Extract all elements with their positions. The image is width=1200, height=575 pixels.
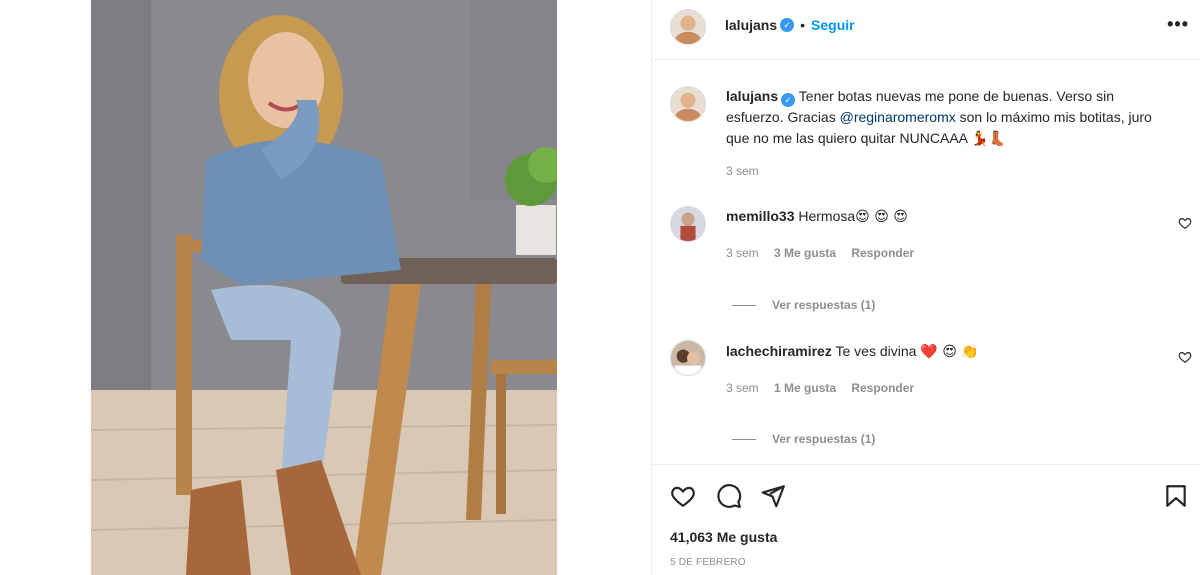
comment-1: memillo33 Hermosa😍 😍 😍	[726, 206, 908, 228]
follow-button[interactable]: Seguir	[811, 17, 855, 33]
reply-button[interactable]: Responder	[851, 246, 914, 260]
caption-avatar-image	[671, 87, 705, 121]
comment-username[interactable]: memillo33	[726, 208, 794, 224]
comment-1-meta: 3 sem 3 Me gusta Responder	[726, 246, 926, 260]
verified-badge-icon: ✓	[780, 18, 795, 32]
post-actions-bar: 41,063 Me gusta 5 DE FEBRERO	[652, 464, 1200, 575]
caption-avatar[interactable]	[670, 86, 706, 122]
separator-dot: •	[800, 17, 806, 33]
post-photo[interactable]	[91, 0, 557, 575]
comment-2: lachechiramirez Te ves divina ❤️ 😍 👏	[726, 341, 979, 363]
comment-username-text[interactable]: lachechiramirez	[726, 343, 832, 359]
caption-meta: 3 sem	[726, 164, 771, 178]
view-replies-button[interactable]: Ver respuestas (1)	[732, 298, 875, 312]
reply-button[interactable]: Responder	[851, 381, 914, 395]
comment-like-heart-icon[interactable]	[1178, 350, 1192, 364]
like-heart-icon[interactable]	[670, 483, 696, 509]
comment-like-heart-icon[interactable]	[1178, 216, 1192, 230]
comment-likes[interactable]: 3 Me gusta	[774, 246, 836, 260]
photo-illustration	[91, 0, 557, 575]
comment-time[interactable]: 3 sem	[726, 246, 759, 260]
likes-count[interactable]: 41,063 Me gusta	[670, 529, 777, 545]
post-header: lalujans ✓ • Seguir •••	[652, 0, 1200, 60]
divider-line	[732, 304, 756, 306]
comment-emojis: 😍 😍 😍	[855, 209, 908, 225]
caption-text: lalujans ✓ Tener botas nuevas me pone de …	[726, 86, 1156, 150]
more-options-icon[interactable]: •••	[1167, 14, 1189, 35]
caption-mention-link[interactable]: @reginaromeromx	[840, 109, 956, 125]
caption-username[interactable]: lalujans	[726, 88, 778, 104]
header-username[interactable]: lalujans	[725, 17, 777, 33]
divider-line	[732, 438, 756, 440]
avatar[interactable]	[670, 9, 706, 45]
header-user-row: lalujans ✓ • Seguir	[725, 17, 855, 33]
comment-avatar-image	[671, 207, 705, 241]
caption-emojis: 💃👢	[971, 131, 1006, 147]
comment-time[interactable]: 3 sem	[726, 381, 759, 395]
view-replies-label: Ver respuestas (1)	[772, 298, 876, 312]
share-send-icon[interactable]	[760, 483, 786, 509]
save-bookmark-icon[interactable]	[1163, 483, 1189, 509]
view-replies-button[interactable]: Ver respuestas (1)	[732, 432, 875, 446]
comment-text: Hermosa	[798, 208, 856, 224]
comment-username-text[interactable]: memillo33	[726, 208, 794, 224]
comment-2-meta: 3 sem 1 Me gusta Responder	[726, 381, 926, 395]
avatar-image	[671, 10, 705, 44]
comment-likes[interactable]: 1 Me gusta	[774, 381, 836, 395]
comment-text: Te ves divina	[835, 343, 917, 359]
verified-badge-icon: ✓	[781, 93, 796, 107]
comment-emojis: ❤️ 😍 👏	[920, 344, 979, 360]
comment-bubble-icon[interactable]	[716, 483, 742, 509]
caption-time[interactable]: 3 sem	[726, 164, 759, 178]
comment-avatar[interactable]	[670, 206, 706, 242]
view-replies-label: Ver respuestas (1)	[772, 432, 876, 446]
comment-avatar-image	[671, 341, 705, 375]
comment-avatar[interactable]	[670, 340, 706, 376]
post-details-panel: lalujans ✓ • Seguir ••• lalujans ✓ Tener …	[651, 0, 1200, 575]
post-date[interactable]: 5 DE FEBRERO	[670, 557, 746, 568]
